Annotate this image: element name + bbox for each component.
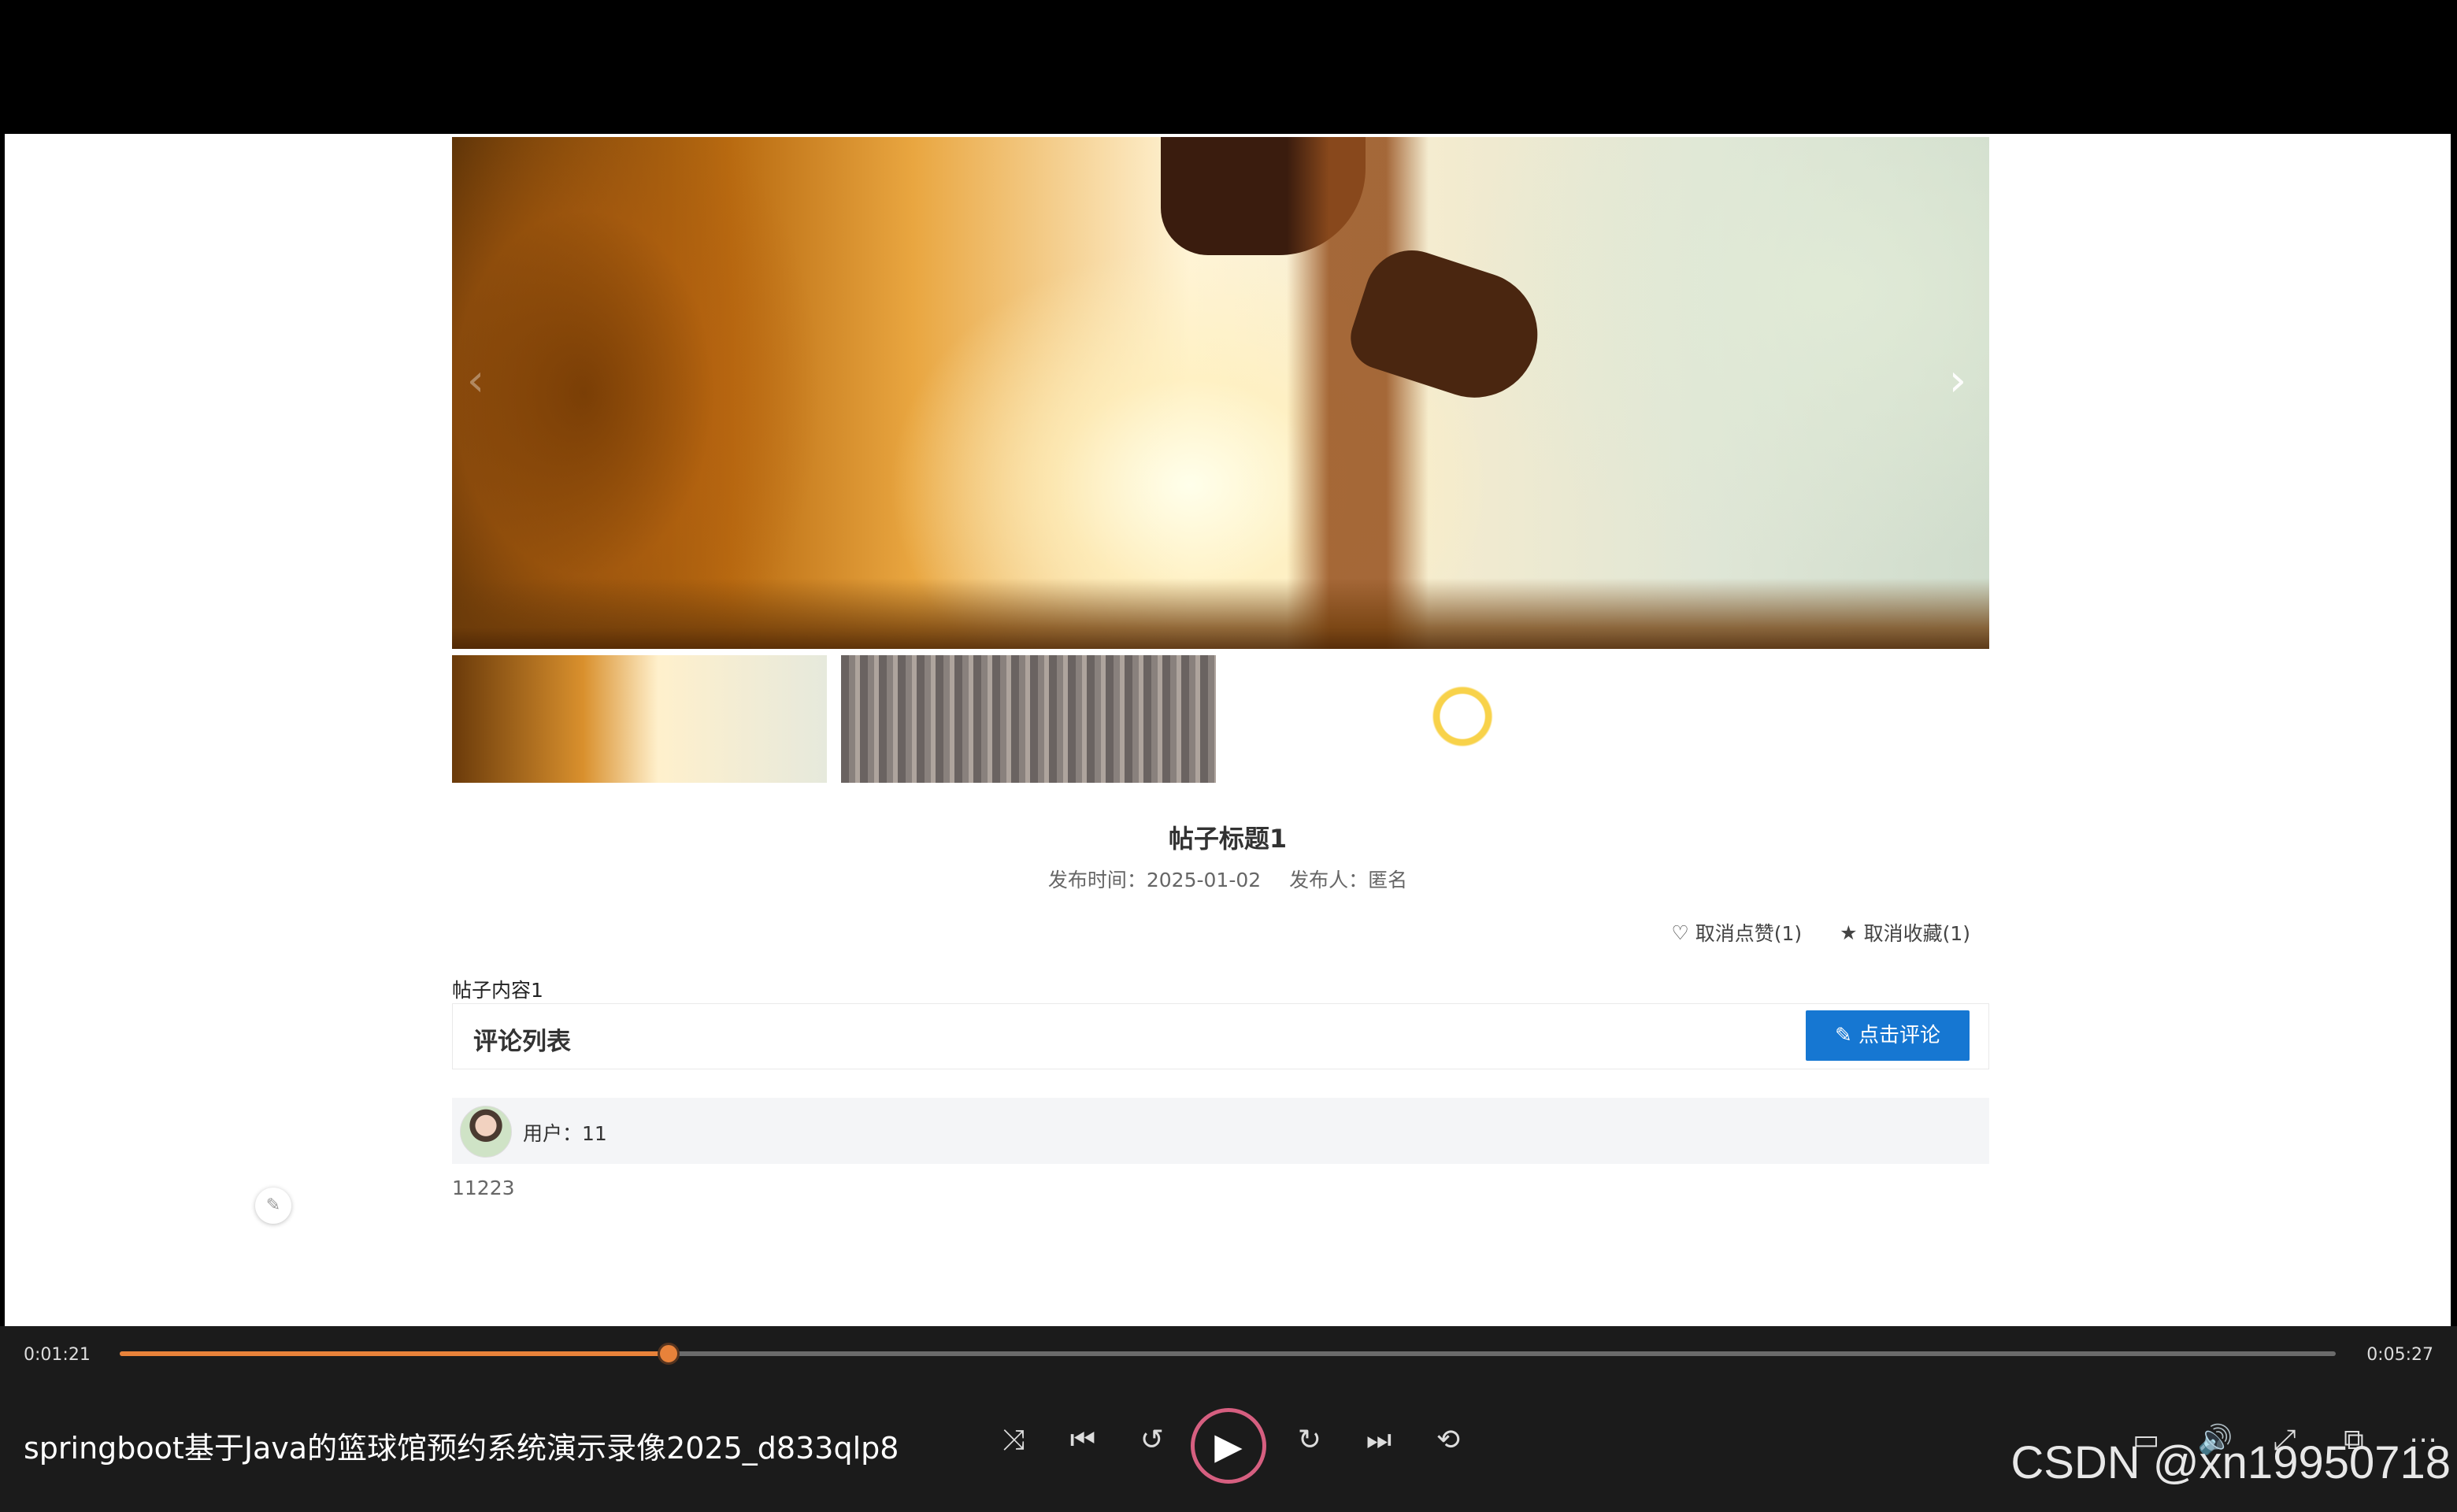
shuffle-icon[interactable]: ⤨	[994, 1421, 1033, 1460]
comment-list-header: 评论列表 ✎ 点击评论	[452, 1003, 1989, 1069]
skip-next-icon[interactable]: ⏭	[1359, 1421, 1399, 1460]
repeat-off-icon[interactable]: ⟲	[1429, 1421, 1468, 1460]
csdn-watermark: CSDN @xn19950718	[2010, 1437, 2451, 1488]
hero-grass	[452, 578, 1989, 649]
total-time: 0:05:27	[2366, 1345, 2433, 1365]
image-carousel[interactable]: ‹ ›	[452, 137, 1989, 649]
thumbnail-running[interactable]	[452, 655, 827, 783]
progress-fill	[120, 1351, 669, 1356]
post-detail-page: ‹ › 帖子标题1 发布时间：2025-01-02 发布人：匿名 ♡ 取消点赞(…	[5, 134, 2451, 1326]
post-actions: ♡ 取消点赞(1) ★ 取消收藏(1)	[1671, 918, 1970, 947]
star-icon: ★	[1840, 921, 1858, 944]
hero-runner-leg	[1287, 137, 1429, 649]
thumbnail-breakfast[interactable]	[1230, 655, 1605, 783]
avatar	[460, 1106, 512, 1158]
forward-30-icon[interactable]: ↻	[1290, 1421, 1329, 1460]
rewind-10-icon[interactable]: ↺	[1132, 1421, 1172, 1460]
publisher: 发布人：匿名	[1289, 869, 1408, 891]
post-meta: 发布时间：2025-01-02 发布人：匿名	[5, 865, 2451, 893]
post-title: 帖子标题1	[1168, 824, 1288, 854]
chevron-left-icon[interactable]: ‹	[452, 358, 499, 405]
floating-edit-icon[interactable]: ✎	[255, 1188, 291, 1224]
add-comment-label: 点击评论	[1858, 1024, 1941, 1047]
post-content: 帖子内容1	[452, 979, 543, 1002]
comment-user-row: 用户：11	[452, 1098, 1989, 1164]
video-title: springboot基于Java的篮球馆预约系统演示录像2025_d833qlp…	[24, 1431, 899, 1466]
carousel-thumbnails	[452, 655, 1605, 783]
edit-icon: ✎	[1834, 1024, 1852, 1047]
unlike-button[interactable]: ♡ 取消点赞(1)	[1671, 918, 1802, 947]
unlike-label: 取消点赞(1)	[1695, 922, 1803, 945]
comment-user: 用户：11	[523, 1122, 607, 1145]
progress-bar[interactable]	[120, 1343, 2336, 1365]
chevron-right-icon[interactable]: ›	[1934, 358, 1981, 405]
current-time: 0:01:21	[24, 1345, 91, 1365]
play-button[interactable]: ▶	[1191, 1408, 1266, 1484]
video-player-controls: 0:01:21 0:05:27 springboot基于Java的篮球馆预约系统…	[0, 1326, 2457, 1512]
play-icon: ▶	[1214, 1425, 1243, 1467]
progress-handle[interactable]	[658, 1343, 680, 1365]
top-black-bar	[0, 0, 2457, 134]
uncollect-label: 取消收藏(1)	[1863, 922, 1970, 945]
comment-list-title: 评论列表	[473, 1028, 571, 1056]
uncollect-button[interactable]: ★ 取消收藏(1)	[1840, 918, 1970, 947]
add-comment-button[interactable]: ✎ 点击评论	[1806, 1010, 1970, 1061]
publish-time: 发布时间：2025-01-02	[1047, 869, 1262, 891]
heart-icon: ♡	[1671, 921, 1689, 944]
thumbnail-library[interactable]	[841, 655, 1216, 783]
comment-text: 11223	[452, 1177, 515, 1199]
skip-previous-icon[interactable]: ⏮	[1063, 1421, 1102, 1460]
carousel-slide-running	[452, 137, 1989, 649]
hero-foliage	[452, 137, 893, 649]
